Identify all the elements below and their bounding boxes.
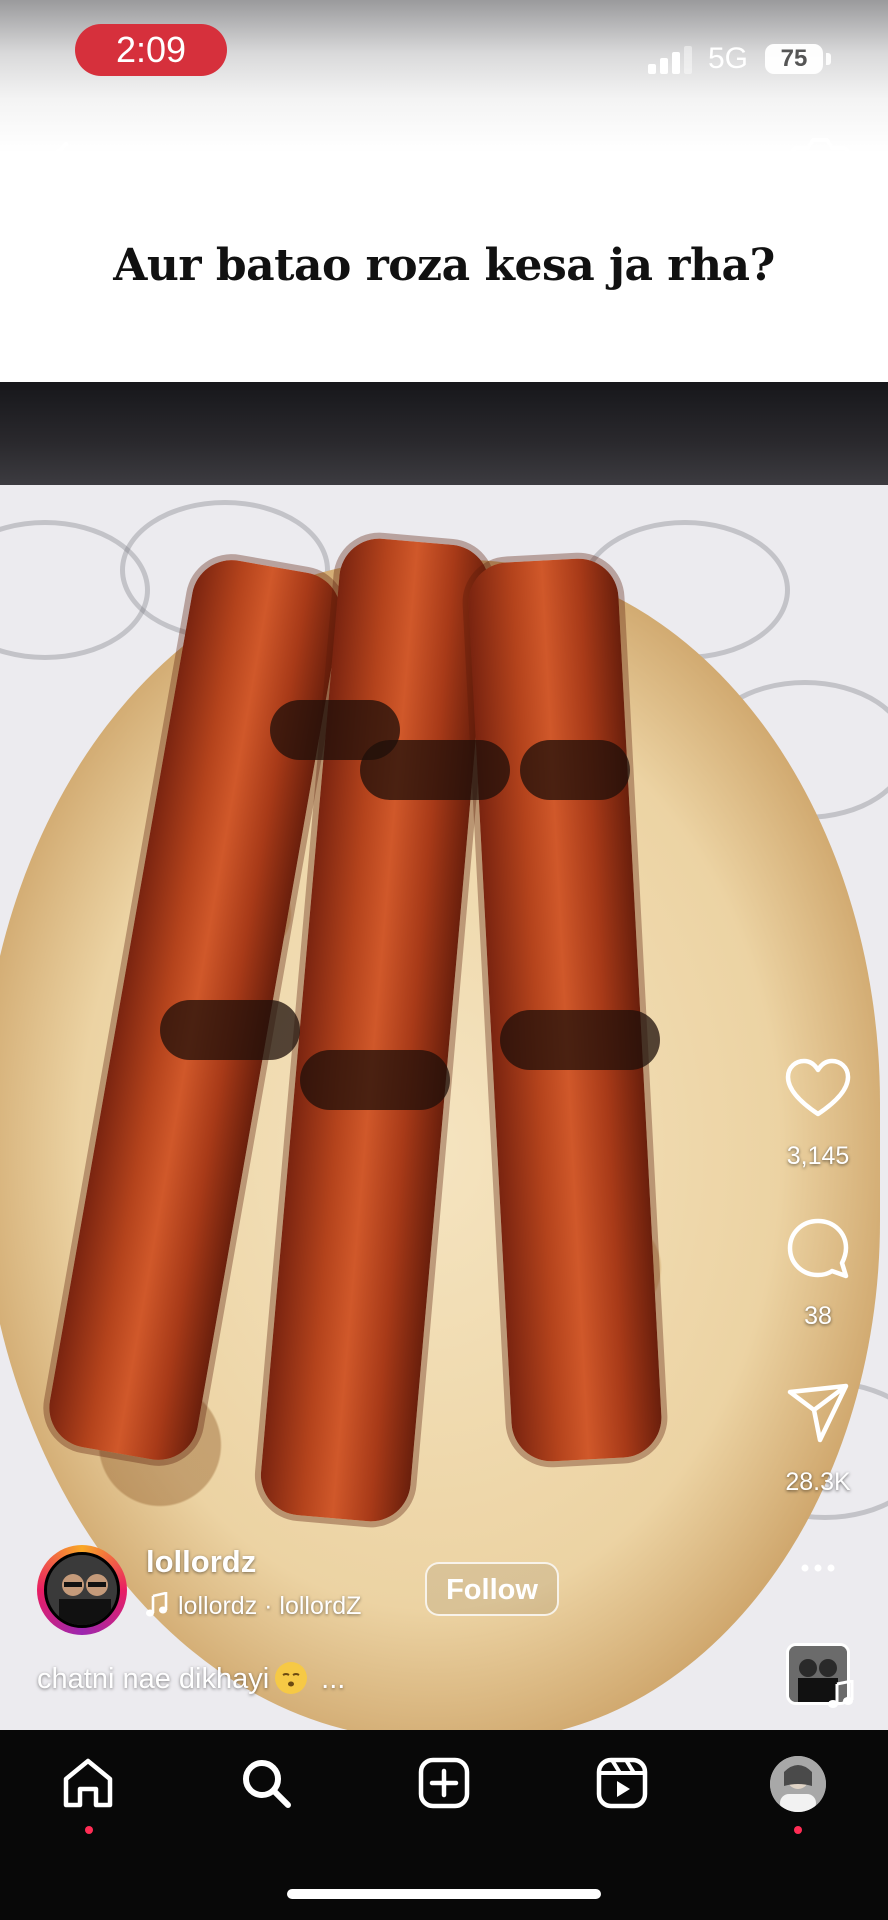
char-mark xyxy=(160,1000,300,1060)
author-username[interactable]: lollordz xyxy=(146,1544,256,1580)
search-icon xyxy=(243,1760,291,1808)
caption-text: chatni nae dikhayi xyxy=(37,1663,270,1695)
like-button[interactable] xyxy=(784,1056,852,1124)
send-icon xyxy=(787,1383,849,1443)
nav-home[interactable] xyxy=(60,1755,116,1811)
nav-create[interactable] xyxy=(416,1755,472,1811)
comment-count: 38 xyxy=(804,1302,832,1330)
face-exhaling-emoji-icon xyxy=(275,1662,308,1694)
camera-button[interactable] xyxy=(790,134,850,188)
music-note-icon xyxy=(828,1679,854,1710)
heart-icon xyxy=(785,1058,851,1117)
network-type: 5G xyxy=(708,42,749,75)
avatar[interactable] xyxy=(44,1552,120,1628)
signal-icon xyxy=(648,46,694,74)
nav-reels[interactable] xyxy=(594,1755,650,1811)
reel-screen: Aur batao roza kesa ja rha? 2:09 5G 75 3… xyxy=(0,0,888,1920)
char-mark xyxy=(360,740,510,800)
camera-icon xyxy=(791,138,849,187)
profile-avatar-image xyxy=(770,1756,826,1812)
music-note-icon xyxy=(146,1592,168,1617)
char-mark xyxy=(500,1010,660,1070)
share-count: 28.3K xyxy=(785,1468,851,1496)
chevron-left-icon xyxy=(45,141,69,183)
audio-title: lollordz · lollordZ xyxy=(178,1592,362,1620)
char-mark xyxy=(300,1050,450,1110)
comment-icon xyxy=(787,1218,849,1279)
home-icon xyxy=(63,1758,113,1808)
caption-more[interactable]: ... xyxy=(321,1663,345,1695)
reels-icon xyxy=(596,1757,648,1809)
char-mark xyxy=(520,740,630,800)
battery-icon xyxy=(826,53,831,65)
audio-attribution[interactable]: lollordz · lollordZ xyxy=(146,1592,361,1621)
grill-surface xyxy=(0,380,888,485)
status-time: 2:09 xyxy=(75,24,227,76)
more-icon xyxy=(801,1564,835,1572)
follow-button[interactable]: Follow xyxy=(425,1562,559,1616)
notification-dot xyxy=(794,1826,802,1834)
reel-caption[interactable]: chatni nae dikhayi ... xyxy=(37,1662,345,1696)
more-options-button[interactable] xyxy=(798,1556,838,1580)
share-button[interactable] xyxy=(784,1380,852,1448)
battery-level: 75 xyxy=(765,44,823,74)
nav-search[interactable] xyxy=(238,1755,294,1811)
create-post-icon xyxy=(418,1757,470,1809)
overlay-text: Aur batao roza kesa ja rha? xyxy=(113,240,775,291)
notification-dot xyxy=(85,1826,93,1834)
back-button[interactable] xyxy=(38,140,78,184)
nav-profile[interactable] xyxy=(770,1756,826,1812)
like-count: 3,145 xyxy=(786,1142,850,1170)
comment-button[interactable] xyxy=(784,1216,852,1284)
home-indicator[interactable] xyxy=(287,1889,601,1899)
